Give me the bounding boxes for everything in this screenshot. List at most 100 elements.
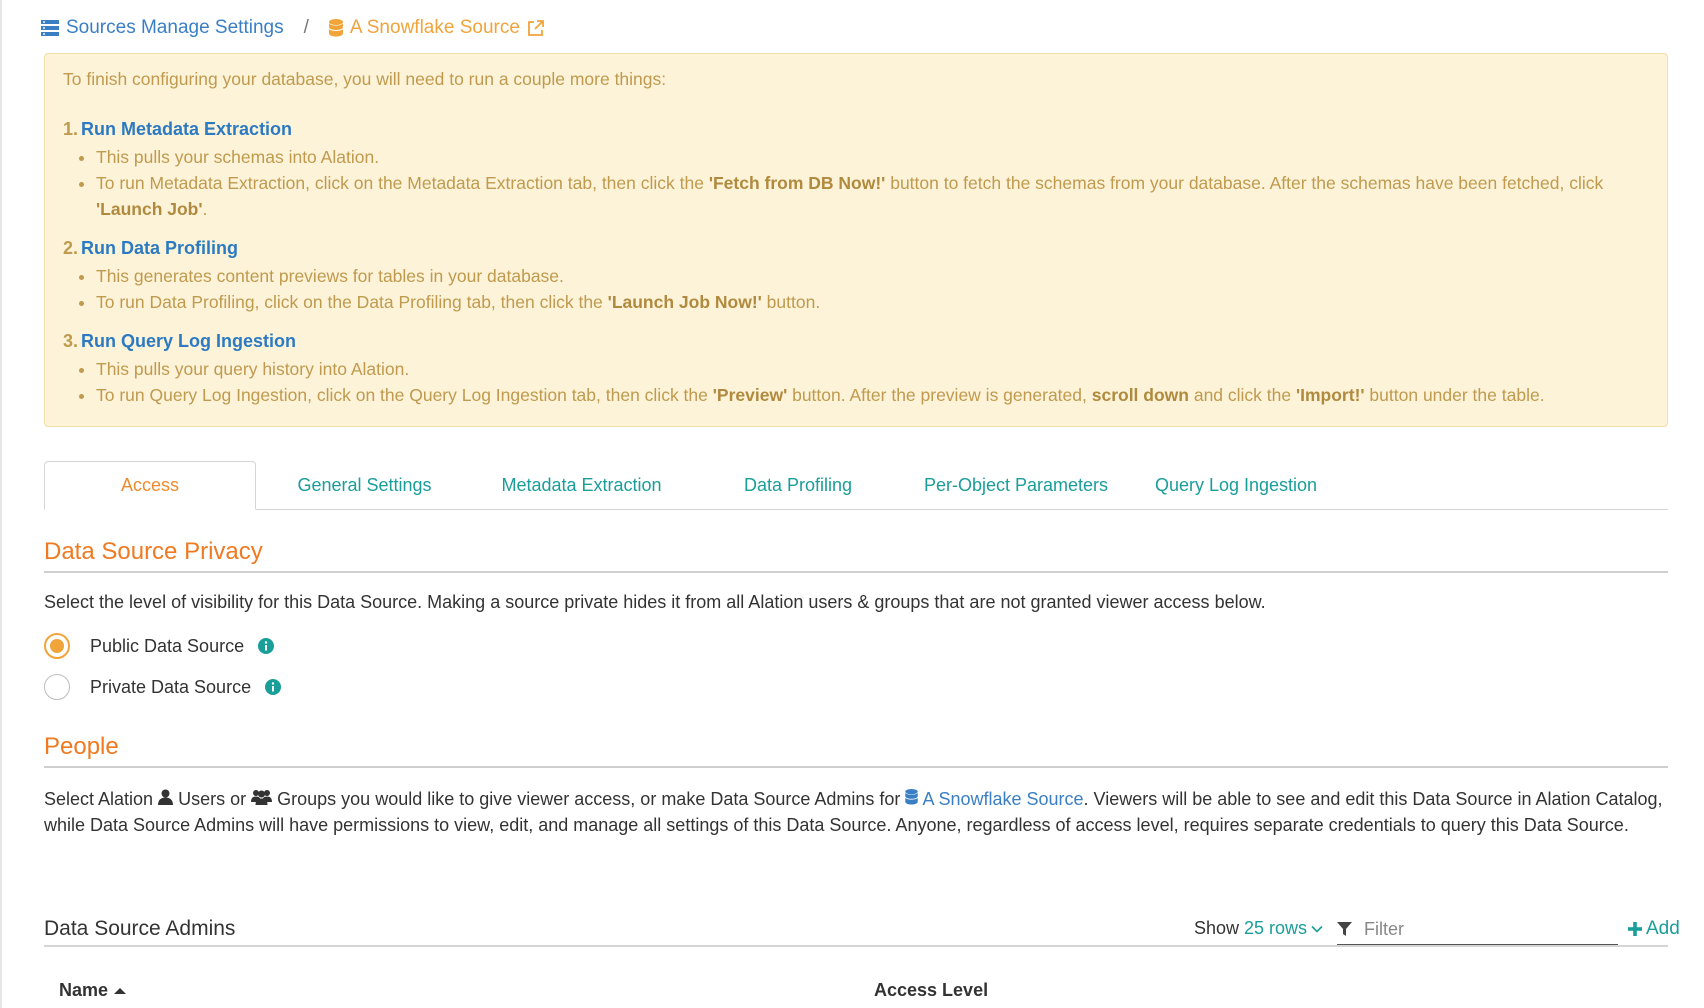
private-source-radio[interactable] — [44, 674, 70, 700]
alert-bullet-text: This pulls your schemas into Alation. — [96, 147, 380, 167]
alert-bullet-text: This generates content previews for tabl… — [96, 266, 564, 286]
external-link-icon[interactable] — [527, 19, 544, 37]
alert-step-link[interactable]: Run Metadata Extraction — [81, 119, 292, 139]
alert-bullet-text: button. After the preview is generated, — [787, 385, 1092, 405]
breadcrumb: Sources Manage Settings / A Snowflake So… — [41, 14, 544, 42]
user-icon — [158, 789, 174, 805]
alert-bullet-text: button under the table. — [1364, 385, 1545, 405]
database-icon — [328, 19, 343, 37]
people-section-divider — [44, 766, 1668, 768]
group-icon — [251, 789, 273, 805]
public-source-option[interactable]: Public Data Source — [44, 633, 275, 659]
settings-tabs: Access General Settings Metadata Extractio… — [44, 461, 1668, 510]
alert-bullet-emphasis: 'Preview' — [712, 385, 788, 405]
plus-icon — [1628, 922, 1642, 936]
server-icon — [41, 20, 59, 36]
page: Sources Manage Settings / A Snowflake So… — [0, 0, 1704, 1008]
people-desc-text: you would like to give viewer access, or… — [336, 789, 906, 809]
left-border — [0, 0, 2, 1008]
privacy-description: Select the level of visibility for this … — [44, 592, 1266, 612]
alert-step-bullets: This generates content previews for tabl… — [63, 263, 1649, 315]
add-admin-button[interactable]: Add — [1628, 918, 1680, 940]
alert-step-link[interactable]: Run Data Profiling — [81, 238, 238, 258]
alert-step-heading: 1. Run Metadata Extraction — [63, 117, 1649, 142]
alert-step-number: 3. — [63, 331, 79, 351]
alert-step-bullets: This pulls your query history into Alati… — [63, 356, 1649, 408]
tab-query-log-ingestion[interactable]: Query Log Ingestion — [1126, 461, 1346, 509]
info-icon[interactable] — [258, 638, 275, 654]
alert-step-heading: 2. Run Data Profiling — [63, 236, 1649, 261]
alert-bullet: To run Query Log Ingestion, click on the… — [96, 382, 1649, 408]
people-desc-text: Select Alation — [44, 789, 159, 809]
alert-bullet-emphasis: 'Launch Job' — [96, 199, 203, 219]
column-header-access-level[interactable]: Access Level — [874, 980, 988, 1001]
alert-bullet-text: To run Query Log Ingestion, click on the… — [96, 385, 713, 405]
filter-icon — [1337, 921, 1352, 937]
alert-step-heading: 3. Run Query Log Ingestion — [63, 329, 1649, 354]
alert-bullet-text: To run Data Profiling, click on the Data… — [96, 292, 608, 312]
public-source-radio[interactable] — [44, 633, 70, 659]
alert-bullet-text: button. — [761, 292, 821, 312]
alert-bullet: This pulls your query history into Alati… — [96, 356, 1649, 382]
tab-data-profiling[interactable]: Data Profiling — [690, 461, 906, 509]
add-label: Add — [1646, 918, 1680, 939]
tab-metadata-extraction[interactable]: Metadata Extraction — [473, 461, 690, 509]
setup-instructions-alert: To finish configuring your database, you… — [44, 53, 1668, 427]
alert-bullet-emphasis: scroll down — [1091, 385, 1189, 405]
alert-bullet-text: and click the — [1188, 385, 1296, 405]
chevron-down-icon — [1311, 925, 1323, 933]
private-source-option[interactable]: Private Data Source — [44, 674, 282, 700]
privacy-section-divider — [44, 571, 1668, 573]
private-source-label: Private Data Source — [90, 676, 252, 697]
filter-input[interactable] — [1362, 917, 1606, 941]
alert-step: 3.Run Query Log Ingestion This pulls your… — [63, 329, 1649, 408]
breadcrumb-separator: / — [303, 17, 309, 38]
people-description: Select Alation Users or Groups you would… — [44, 786, 1674, 838]
breadcrumb-sources-label: Sources Manage Settings — [66, 17, 284, 38]
admins-toolbar: Show 25 rows Add — [0, 912, 1704, 946]
rows-per-page-value: 25 rows — [1244, 918, 1308, 938]
tab-general-settings[interactable]: General Settings — [256, 461, 473, 509]
alert-step-number: 2. — [63, 238, 79, 258]
alert-step: 2.Run Data Profiling This generates conte… — [63, 236, 1649, 315]
alert-bullet-text: This pulls your query history into Alati… — [96, 359, 410, 379]
people-desc-text: or — [225, 789, 252, 809]
alert-step-number: 1. — [63, 119, 79, 139]
tab-access[interactable]: Access — [44, 461, 256, 510]
alert-bullet: To run Metadata Extraction, click on the… — [96, 170, 1649, 222]
snowflake-source-link[interactable]: A Snowflake Source — [922, 789, 1083, 809]
alert-bullet-text: . — [202, 199, 208, 219]
show-label: Show — [1194, 918, 1240, 938]
alert-bullet-emphasis: 'Launch Job Now!' — [607, 292, 762, 312]
alert-bullet-text: button to fetch the schemas from your da… — [885, 173, 1604, 193]
sort-asc-icon — [114, 987, 127, 995]
column-header-access-level-label: Access Level — [874, 980, 989, 1000]
alert-bullet: This generates content previews for tabl… — [96, 263, 1649, 289]
database-icon — [905, 789, 919, 805]
public-source-label: Public Data Source — [90, 635, 245, 656]
info-icon[interactable] — [265, 679, 282, 695]
alert-bullet-text: To run Metadata Extraction, click on the… — [96, 173, 709, 193]
alert-step-link[interactable]: Run Query Log Ingestion — [81, 331, 296, 351]
alert-bullet-emphasis: 'Import!' — [1295, 385, 1365, 405]
alert-step: 1.Run Metadata ExtractionThis pulls your… — [63, 117, 1649, 222]
rows-per-page: Show 25 rows — [1194, 918, 1323, 939]
breadcrumb-source-link[interactable]: A Snowflake Source — [328, 17, 544, 39]
alert-intro: To finish configuring your database, you… — [63, 69, 667, 89]
users-label: Users — [178, 789, 226, 809]
breadcrumb-sources-link[interactable]: Sources Manage Settings — [41, 17, 284, 39]
people-section-title: People — [44, 733, 119, 760]
column-header-name-label: Name — [59, 980, 109, 1000]
alert-steps: 1.Run Metadata ExtractionThis pulls your… — [63, 117, 1649, 408]
alert-step-bullets: This pulls your schemas into Alation. To … — [63, 144, 1649, 222]
admins-divider — [44, 945, 1668, 947]
privacy-section-title: Data Source Privacy — [44, 538, 263, 565]
tab-per-object-parameters[interactable]: Per-Object Parameters — [906, 461, 1126, 509]
column-header-name[interactable]: Name — [59, 980, 127, 1001]
alert-bullet: This pulls your schemas into Alation. — [96, 144, 1649, 170]
alert-bullet: To run Data Profiling, click on the Data… — [96, 289, 1649, 315]
filter-field[interactable] — [1337, 914, 1618, 945]
rows-per-page-dropdown[interactable]: 25 rows — [1244, 918, 1323, 939]
breadcrumb-source-label: A Snowflake Source — [349, 17, 520, 38]
groups-label: Groups — [277, 789, 337, 809]
